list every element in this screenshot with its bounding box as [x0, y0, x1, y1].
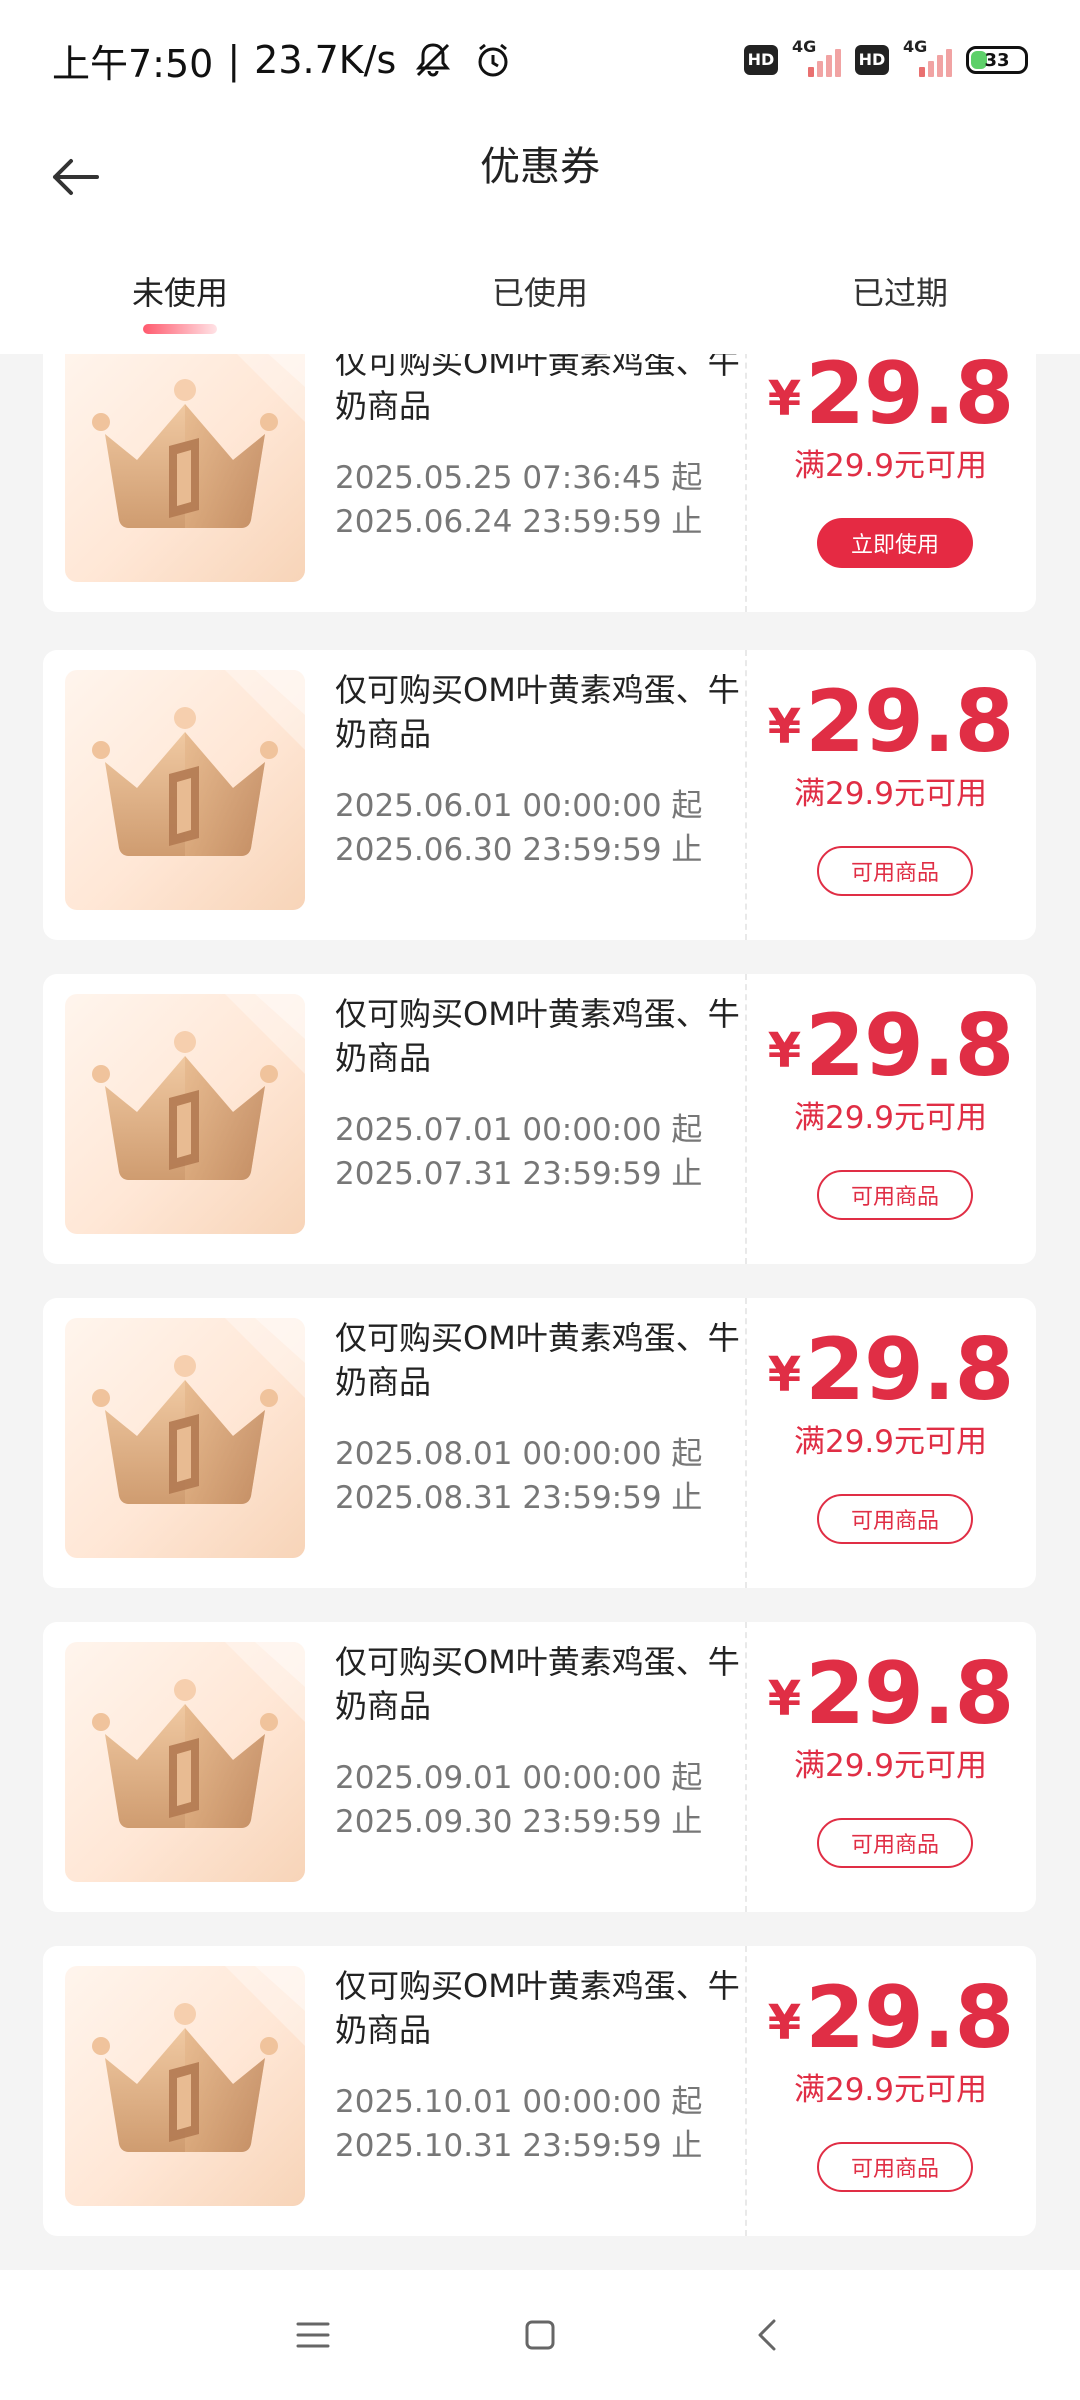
- coupon-value: 29.8: [805, 354, 1014, 444]
- network-speed: 23.7K/s: [254, 38, 397, 82]
- status-left: 上午7:50 | 23.7K/s: [52, 33, 516, 88]
- menu-button[interactable]: [283, 2305, 343, 2365]
- network-type-1: 4G: [792, 37, 817, 56]
- coupon-end-date: 2025.07.31 23:59:59 止: [335, 1156, 703, 1192]
- hd-badge-2: HD: [855, 45, 889, 75]
- crown-image: [65, 1642, 305, 1882]
- battery-level: 33: [984, 49, 1010, 71]
- coupon-value: 29.8: [805, 996, 1014, 1096]
- coupon-end-date: 2025.06.24 23:59:59 止: [335, 504, 703, 540]
- status-bar: 上午7:50 | 23.7K/s HD 4G HD 4G 33: [0, 0, 1080, 120]
- crown-image: [65, 994, 305, 1234]
- home-button[interactable]: [510, 2305, 570, 2365]
- coupon-value: 29.8: [805, 672, 1014, 772]
- coupon-card[interactable]: 仅可购买OM叶黄素鸡蛋、牛奶商品 2025.06.01 00:00:00 起 2…: [43, 650, 1036, 940]
- coupon-condition: 满29.9元可用: [793, 776, 988, 812]
- tab-expired[interactable]: 已过期: [720, 240, 1080, 354]
- coupon-start-date: 2025.09.01 00:00:00 起: [335, 1760, 703, 1796]
- tab-expired-label: 已过期: [851, 274, 948, 312]
- available-products-button[interactable]: 可用商品: [817, 1494, 973, 1544]
- coupon-condition: 满29.9元可用: [793, 448, 988, 484]
- coupon-description: 仅可购买OM叶黄素鸡蛋、牛奶商品: [335, 354, 740, 425]
- status-separator: |: [227, 38, 241, 82]
- tab-used-label: 已使用: [491, 274, 588, 312]
- status-time: 上午7:50: [52, 41, 214, 86]
- coupon-amount: ¥29.8: [745, 1644, 1036, 1744]
- available-products-button[interactable]: 可用商品: [817, 1818, 973, 1868]
- page-title: 优惠券: [480, 144, 600, 190]
- coupon-value: 29.8: [805, 1968, 1014, 2068]
- coupon-end-date: 2025.09.30 23:59:59 止: [335, 1804, 703, 1840]
- crown-image: [65, 1966, 305, 2206]
- coupon-end-date: 2025.06.30 23:59:59 止: [335, 832, 703, 868]
- system-back-button[interactable]: [737, 2305, 797, 2365]
- coupon-start-date: 2025.08.01 00:00:00 起: [335, 1436, 703, 1472]
- coupon-description: 仅可购买OM叶黄素鸡蛋、牛奶商品: [335, 671, 740, 753]
- currency-symbol: ¥: [767, 1347, 802, 1403]
- currency-symbol: ¥: [767, 1995, 802, 2051]
- coupon-list[interactable]: 仅可购买OM叶黄素鸡蛋、牛奶商品 2025.05.25 07:36:45 起 2…: [0, 354, 1080, 2270]
- coupon-condition: 满29.9元可用: [793, 1424, 988, 1460]
- coupon-condition: 满29.9元可用: [793, 1100, 988, 1136]
- coupon-card[interactable]: 仅可购买OM叶黄素鸡蛋、牛奶商品 2025.05.25 07:36:45 起 2…: [43, 354, 1036, 612]
- coupon-description: 仅可购买OM叶黄素鸡蛋、牛奶商品: [335, 995, 740, 1077]
- system-nav-bar: [0, 2270, 1080, 2400]
- coupon-amount: ¥29.8: [745, 1968, 1036, 2068]
- coupon-description: 仅可购买OM叶黄素鸡蛋、牛奶商品: [335, 1967, 740, 2049]
- chevron-left-icon: [758, 2319, 776, 2351]
- signal-icon-1: 4G: [792, 37, 841, 77]
- coupon-amount: ¥29.8: [745, 354, 1036, 444]
- currency-symbol: ¥: [767, 371, 802, 427]
- coupon-start-date: 2025.10.01 00:00:00 起: [335, 2084, 703, 2120]
- coupon-amount: ¥29.8: [745, 672, 1036, 772]
- coupon-start-date: 2025.07.01 00:00:00 起: [335, 1112, 703, 1148]
- tab-unused[interactable]: 未使用: [0, 240, 360, 354]
- menu-icon: [296, 2322, 330, 2348]
- home-square-icon: [525, 2320, 555, 2350]
- coupon-card[interactable]: 仅可购买OM叶黄素鸡蛋、牛奶商品 2025.10.01 00:00:00 起 2…: [43, 1946, 1036, 2236]
- available-products-button[interactable]: 可用商品: [817, 846, 973, 896]
- coupon-card[interactable]: 仅可购买OM叶黄素鸡蛋、牛奶商品 2025.09.01 00:00:00 起 2…: [43, 1622, 1036, 1912]
- coupon-start-date: 2025.06.01 00:00:00 起: [335, 788, 703, 824]
- coupon-page: 上午7:50 | 23.7K/s HD 4G HD 4G 33 优惠券 未使用 …: [0, 0, 1080, 2400]
- network-type-2: 4G: [903, 37, 928, 56]
- crown-image: [65, 354, 305, 582]
- hd-badge-1: HD: [744, 45, 778, 75]
- tab-used[interactable]: 已使用: [360, 240, 720, 354]
- signal-icon-2: 4G: [903, 37, 952, 77]
- app-header: 优惠券: [0, 120, 1080, 240]
- coupon-card[interactable]: 仅可购买OM叶黄素鸡蛋、牛奶商品 2025.08.01 00:00:00 起 2…: [43, 1298, 1036, 1588]
- tab-unused-label: 未使用: [131, 274, 228, 312]
- coupon-card[interactable]: 仅可购买OM叶黄素鸡蛋、牛奶商品 2025.07.01 00:00:00 起 2…: [43, 974, 1036, 1264]
- currency-symbol: ¥: [767, 1671, 802, 1727]
- coupon-end-date: 2025.10.31 23:59:59 止: [335, 2128, 703, 2164]
- crown-image: [65, 670, 305, 910]
- coupon-condition: 满29.9元可用: [793, 1748, 988, 1784]
- crown-image: [65, 1318, 305, 1558]
- coupon-description: 仅可购买OM叶黄素鸡蛋、牛奶商品: [335, 1319, 740, 1401]
- coupon-amount: ¥29.8: [745, 1320, 1036, 1420]
- coupon-amount: ¥29.8: [745, 996, 1036, 1096]
- coupon-condition: 满29.9元可用: [793, 2072, 988, 2108]
- coupon-value: 29.8: [805, 1320, 1014, 1420]
- coupon-end-date: 2025.08.31 23:59:59 止: [335, 1480, 703, 1516]
- bell-off-icon: [410, 37, 456, 83]
- available-products-button[interactable]: 可用商品: [817, 1170, 973, 1220]
- tab-active-indicator: [143, 324, 217, 334]
- coupon-value: 29.8: [805, 1644, 1014, 1744]
- coupon-description: 仅可购买OM叶黄素鸡蛋、牛奶商品: [335, 1643, 740, 1725]
- status-right: HD 4G HD 4G 33: [744, 37, 1028, 77]
- battery-icon: 33: [966, 46, 1028, 74]
- tab-bar: 未使用 已使用 已过期: [0, 240, 1080, 354]
- currency-symbol: ¥: [767, 1023, 802, 1079]
- available-products-button[interactable]: 可用商品: [817, 2142, 973, 2192]
- currency-symbol: ¥: [767, 699, 802, 755]
- alarm-clock-icon: [470, 37, 516, 83]
- coupon-start-date: 2025.05.25 07:36:45 起: [335, 460, 703, 496]
- use-now-button[interactable]: 立即使用: [817, 518, 973, 568]
